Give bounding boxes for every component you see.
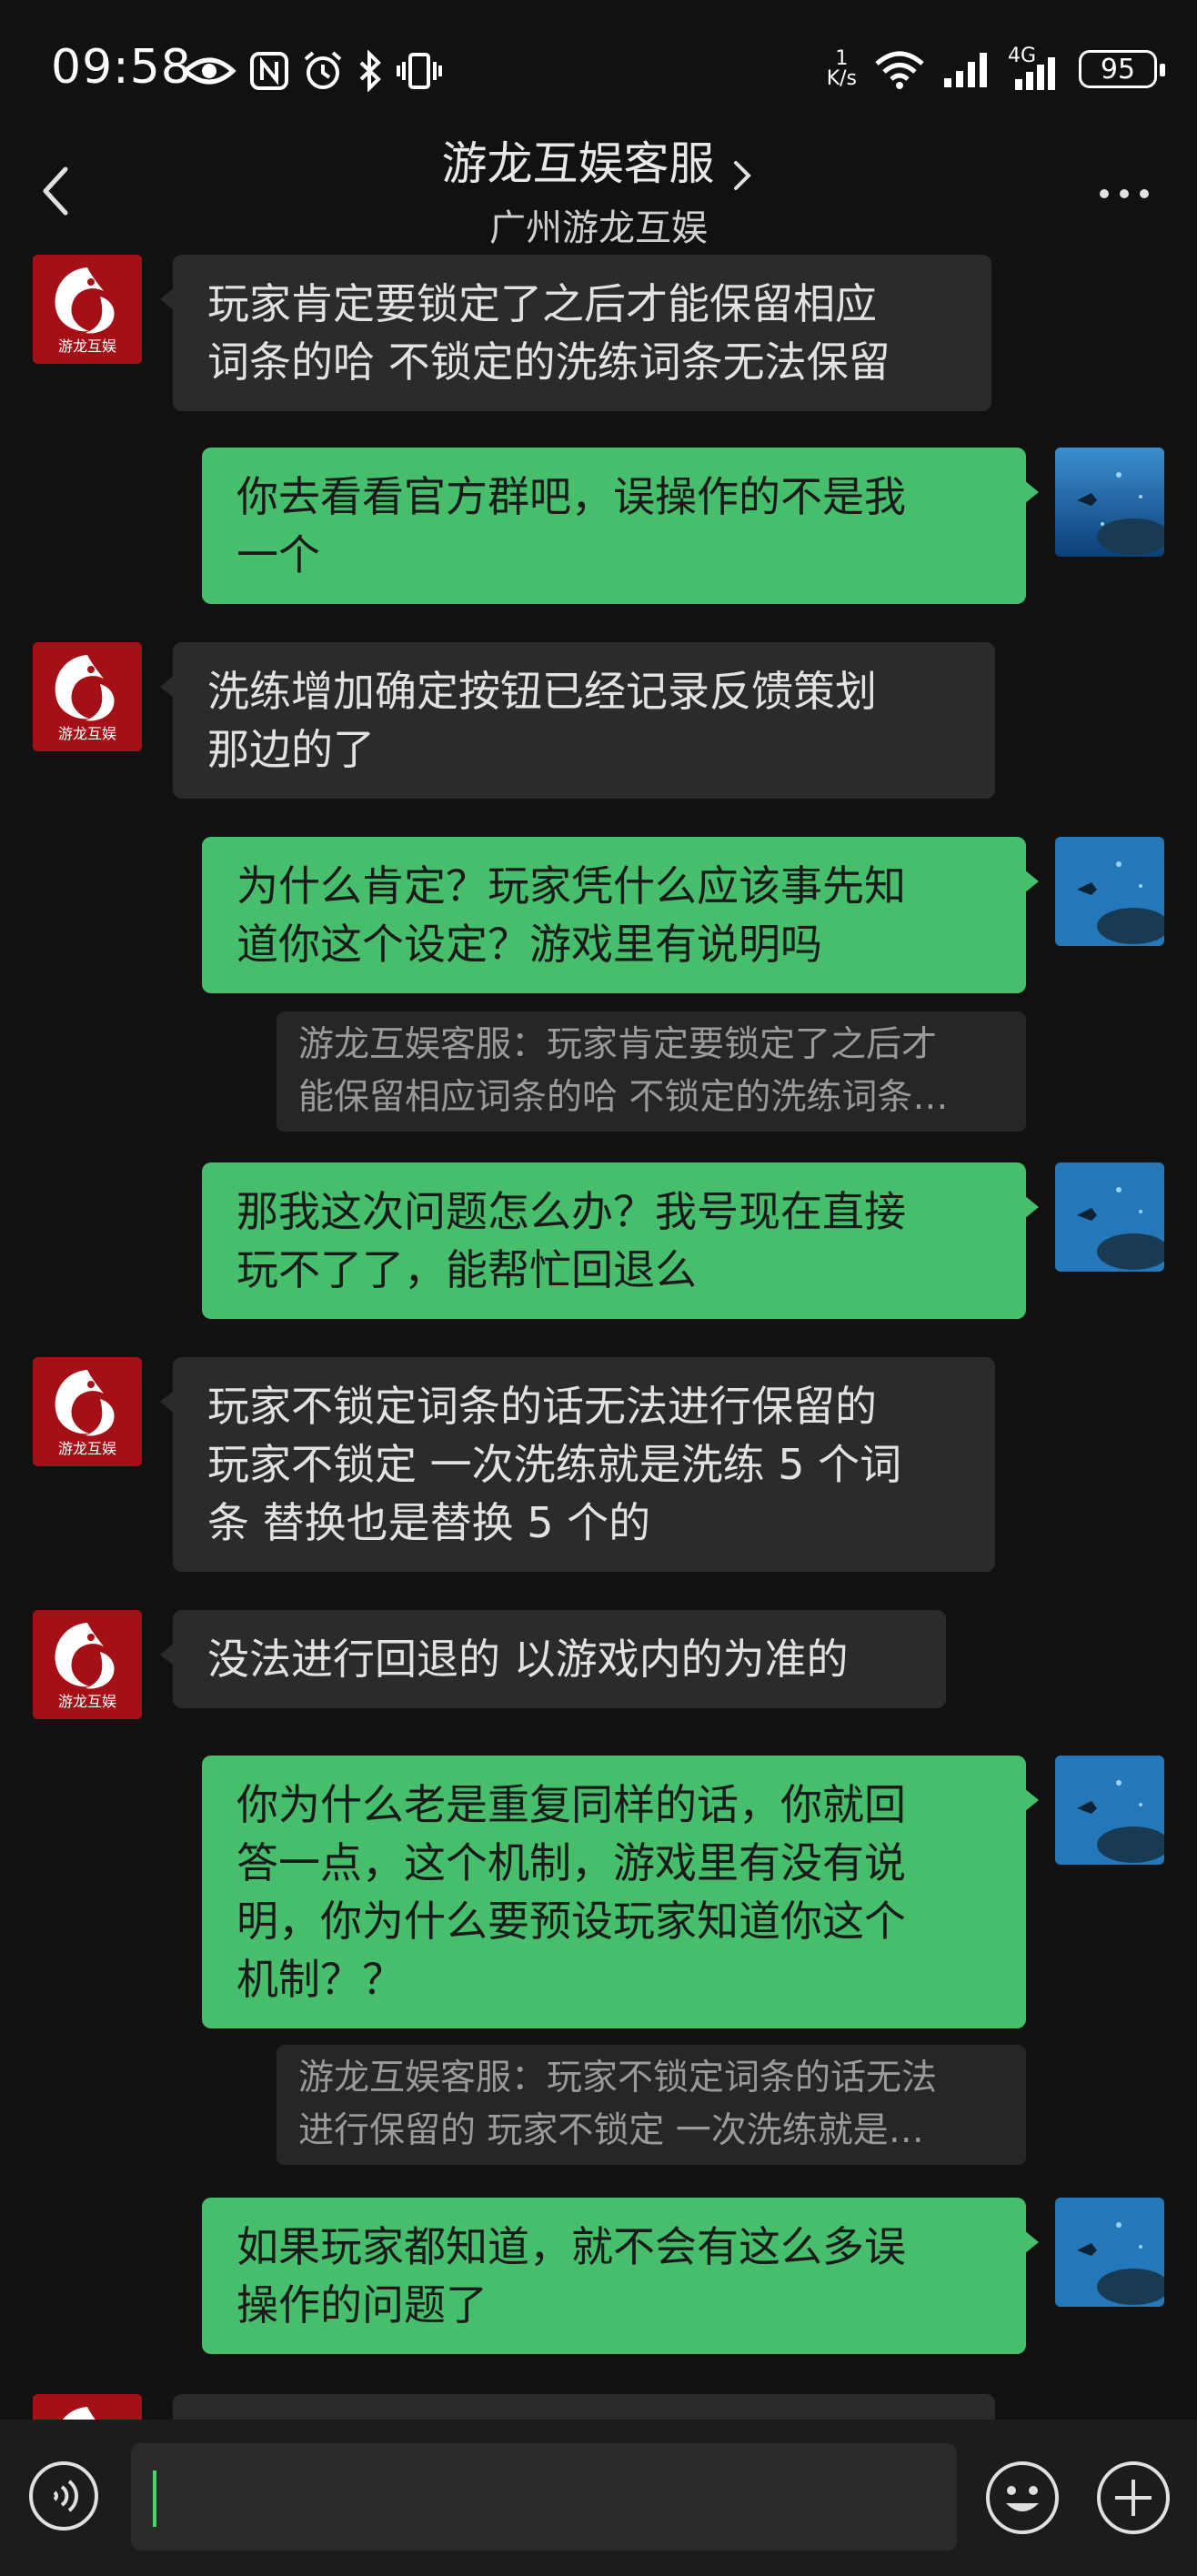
cs-avatar[interactable]: 游龙互娱 [33,1357,142,1466]
signal-4g-icon [1015,57,1055,90]
dragon-logo-icon: 游龙互娱 [33,255,142,364]
status-left-icons [182,45,442,96]
quoted-message[interactable]: 游龙互娱客服：玩家不锁定词条的话无法 进行保留的 玩家不锁定 一次洗练就是… [277,2045,1026,2165]
chat-header: 游龙互娱客服 广州游龙互娱 [0,118,1197,255]
status-time: 09:58 [51,40,192,95]
message-input[interactable] [131,2443,957,2551]
message-bubble-incoming[interactable]: 玩家肯定要锁定了之后才能保留相应 词条的哈 不锁定的洗练词条无法保留 [160,255,991,411]
dragon-logo-icon: 游龙互娱 [33,1610,142,1719]
message-bubble-incoming-partial[interactable] [173,2394,995,2420]
chat-title: 游龙互娱客服 [441,137,715,190]
ocean-photo-icon [1055,837,1164,946]
my-avatar[interactable] [1055,1756,1164,1865]
ocean-photo-icon [1055,1756,1164,1865]
status-bar: 09:58 1 K/s 4G 95 [0,0,1197,136]
emoji-icon[interactable] [984,2460,1061,2536]
chevron-right-icon [733,160,751,190]
chat-subtitle: 广州游龙互娱 [489,207,708,249]
vibrate-icon [397,53,442,89]
dragon-logo-icon [33,2394,142,2420]
svg-text:游龙互娱: 游龙互娱 [58,337,116,355]
cs-avatar[interactable]: 游龙互娱 [33,1610,142,1719]
cs-avatar[interactable] [33,2394,142,2420]
cs-avatar[interactable]: 游龙互娱 [33,642,142,751]
svg-text:游龙互娱: 游龙互娱 [58,725,116,742]
message-list[interactable]: 游龙互娱 玩家肯定要锁定了之后才能保留相应 词条的哈 不锁定的洗练词条无法保留 … [0,246,1197,2420]
svg-text:游龙互娱: 游龙互娱 [58,1440,116,1457]
message-bubble-outgoing[interactable]: 那我这次问题怎么办？我号现在直接 玩不了了，能帮忙回退么 [202,1162,1039,1319]
chat-title-area[interactable]: 游龙互娱客服 [0,127,1197,196]
dragon-logo-icon: 游龙互娱 [33,1357,142,1466]
cs-avatar[interactable]: 游龙互娱 [33,255,142,364]
alarm-icon [304,51,342,89]
message-bubble-outgoing[interactable]: 你为什么老是重复同样的话，你就回 答一点，这个机制，游戏里有没有说 明，你为什么… [202,1756,1039,2028]
message-bubble-outgoing[interactable]: 如果玩家都知道，就不会有这么多误 操作的问题了 [202,2198,1039,2354]
my-avatar[interactable] [1055,448,1164,557]
text-cursor [153,2470,156,2527]
voice-input-icon[interactable] [27,2460,100,2532]
input-bar [0,2420,1197,2576]
message-bubble-outgoing[interactable]: 为什么肯定？玩家凭什么应该事先知 道你这个设定？游戏里有说明吗 [202,837,1039,993]
my-avatar[interactable] [1055,837,1164,946]
svg-text:游龙互娱: 游龙互娱 [58,1693,116,1710]
message-bubble-outgoing[interactable]: 你去看看官方群吧，误操作的不是我 一个 [202,448,1039,604]
my-avatar[interactable] [1055,1162,1164,1272]
ocean-photo-icon [1055,2198,1164,2307]
quoted-message[interactable]: 游龙互娱客服：玩家肯定要锁定了之后才 能保留相应词条的哈 不锁定的洗练词条… [277,1011,1026,1132]
plus-icon[interactable] [1095,2460,1172,2536]
status-right-icons: 1 K/s 4G 95 [826,42,1165,96]
message-bubble-incoming[interactable]: 洗练增加确定按钮已经记录反馈策划 那边的了 [160,642,995,799]
bluetooth-icon [359,50,381,92]
more-options-icon[interactable] [1097,186,1152,201]
message-bubble-incoming[interactable]: 没法进行回退的 以游戏内的为准的 [160,1610,946,1708]
ocean-photo-icon [1055,1162,1164,1272]
nfc-icon [250,52,288,90]
signal-icon [944,53,987,87]
dragon-logo-icon: 游龙互娱 [33,642,142,751]
net-speed: 1 K/s [826,47,857,90]
my-avatar[interactable] [1055,2198,1164,2307]
battery-indicator: 95 [1079,50,1165,88]
ocean-photo-icon [1055,448,1164,557]
message-bubble-incoming[interactable]: 玩家不锁定词条的话无法进行保留的 玩家不锁定 一次洗练就是洗练 5 个词 条 替… [160,1357,995,1572]
wifi-icon [875,51,924,89]
eye-icon [182,57,236,85]
signal-4g: 4G [1008,45,1062,92]
